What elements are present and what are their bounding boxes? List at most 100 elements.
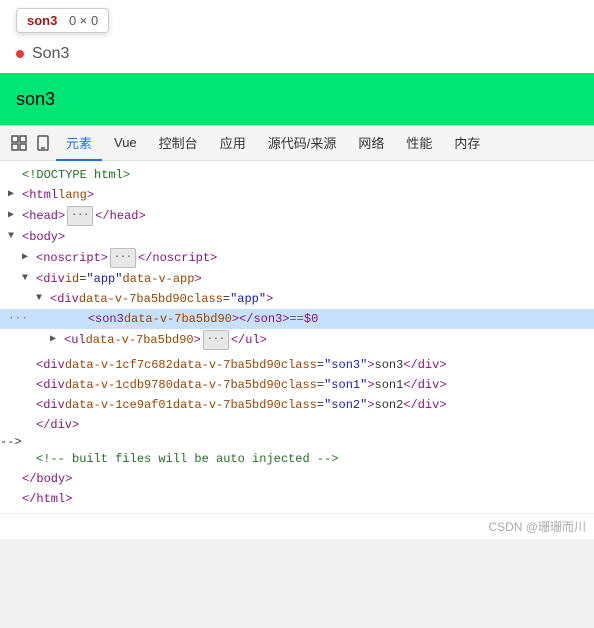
arrow-ul[interactable] <box>50 331 64 349</box>
code-line-head: <head> ··· </head> <box>0 205 594 227</box>
noscript-ellipsis[interactable]: ··· <box>110 248 136 268</box>
app-id-attr: id="app" <box>65 270 123 288</box>
noscript-tag: <noscript> <box>36 249 108 267</box>
bottom-bar: CSDN @珊珊而川 <box>0 513 594 539</box>
app-inner-tag-end: > <box>266 290 273 308</box>
app-vapp-attr: data-v-app <box>122 270 194 288</box>
banner-text: son3 <box>16 89 55 110</box>
tab-console[interactable]: 控制台 <box>149 125 208 161</box>
arrow-app[interactable] <box>22 270 36 288</box>
comment-text: <!-- built files will be auto injected -… <box>36 450 338 468</box>
code-line-html: <html lang > <box>0 185 594 205</box>
html-tag: <html <box>22 186 58 204</box>
bullet-text: Son3 <box>32 45 69 63</box>
green-banner: son3 <box>0 73 594 125</box>
code-line-html-close: ▶ </html> <box>0 489 594 509</box>
son3-close-tag: ></son3> <box>232 310 290 328</box>
son1-div-content: son1 <box>375 376 404 394</box>
tab-performance[interactable]: 性能 <box>396 125 442 161</box>
son2-div-tag-end: > <box>367 396 374 414</box>
close-div1-tag: </div> <box>36 416 79 434</box>
son2-div-v1-attr: data-v-1ce9af01 <box>65 396 173 414</box>
son1-div-tag: <div <box>36 376 65 394</box>
son2-div-v2-attr: data-v-7ba5bd90 <box>173 396 281 414</box>
son3-div-tag: <div <box>36 356 65 374</box>
head-ellipsis[interactable]: ··· <box>67 206 93 226</box>
son3-div-tag-end: > <box>367 356 374 374</box>
son1-div-class-attr: class="son1" <box>281 376 367 394</box>
head-close: </head> <box>95 207 145 225</box>
code-line-app-inner: <div data-v-7ba5bd90 class="app" > <box>0 289 594 309</box>
app-tag: <div <box>36 270 65 288</box>
tab-memory[interactable]: 内存 <box>444 125 490 161</box>
html-attr: lang <box>58 186 87 204</box>
html-close-tag: </html> <box>22 490 72 508</box>
arrow-noscript[interactable] <box>22 249 36 267</box>
arrow-head[interactable] <box>8 207 22 225</box>
body-tag: <body> <box>22 228 65 246</box>
csdn-watermark: CSDN @珊珊而川 <box>488 518 586 535</box>
son3-div-v2-attr: data-v-7ba5bd90 <box>173 356 281 374</box>
son3-div-v1-attr: data-v-1cf7c682 <box>65 356 173 374</box>
son2-div-class-attr: class="son2" <box>281 396 367 414</box>
mobile-icon[interactable] <box>32 132 54 154</box>
tab-application[interactable]: 应用 <box>210 125 256 161</box>
code-line-app: <div id="app" data-v-app > <box>0 269 594 289</box>
son2-div-close: </div> <box>403 396 446 414</box>
app-tag-end: > <box>194 270 201 288</box>
son3-div-class-attr: class="son3" <box>281 356 367 374</box>
ul-tag-end: > <box>194 331 201 349</box>
son2-div-tag: <div <box>36 396 65 414</box>
html-tag-close: > <box>87 186 94 204</box>
code-line-body-close: ▶ </body> <box>0 469 594 489</box>
son1-div-tag-end: > <box>367 376 374 394</box>
code-line-close-div1: ▶ </div> <box>0 415 594 435</box>
ul-tag: <ul <box>64 331 86 349</box>
bullet-item: Son3 <box>12 39 582 73</box>
code-line-ul: <ul data-v-7ba5bd90 > ··· </ul> <box>0 329 594 351</box>
code-line-son1-div: ▶ <div data-v-1cdb9780 data-v-7ba5bd90 c… <box>0 375 594 395</box>
tab-elements[interactable]: 元素 <box>56 125 102 161</box>
doctype-text: <!DOCTYPE html> <box>22 166 130 184</box>
app-inner-tag: <div <box>50 290 79 308</box>
son3-equals: == <box>289 310 303 328</box>
code-line-son3[interactable]: ··· ▶ <son3 data-v-7ba5bd90 ></son3> == … <box>0 309 594 329</box>
app-inner-class-attr: class="app" <box>187 290 266 308</box>
code-line-noscript: <noscript> ··· </noscript> <box>0 247 594 269</box>
son1-div-v2-attr: data-v-7ba5bd90 <box>173 376 281 394</box>
arrow-app-inner[interactable] <box>36 290 50 308</box>
code-line-son3-div: ▶ <div data-v-1cf7c682 data-v-7ba5bd90 c… <box>0 355 594 375</box>
code-line-comment: ▶ <!-- built files will be auto injected… <box>0 449 594 469</box>
tab-sources[interactable]: 源代码/来源 <box>258 125 347 161</box>
head-tag: <head> <box>22 207 65 225</box>
son3-v-attr: data-v-7ba5bd90 <box>124 310 232 328</box>
bullet-dot <box>16 50 24 58</box>
tab-network[interactable]: 网络 <box>348 125 394 161</box>
son1-div-close: </div> <box>403 376 446 394</box>
tooltip-coords: 0 × 0 <box>69 13 98 28</box>
tooltip-name: son3 <box>27 13 57 28</box>
code-line-son2-div: ▶ <div data-v-1ce9af01 data-v-7ba5bd90 c… <box>0 395 594 415</box>
son2-div-content: son2 <box>375 396 404 414</box>
arrow-html[interactable] <box>8 186 22 204</box>
son3-div-content: son3 <box>375 356 404 374</box>
ul-close: </ul> <box>231 331 267 349</box>
code-line-doctype: ▶ <!DOCTYPE html> <box>0 165 594 185</box>
tooltip-box: son3 0 × 0 <box>16 8 109 33</box>
noscript-close: </noscript> <box>138 249 217 267</box>
app-inner-v-attr: data-v-7ba5bd90 <box>79 290 187 308</box>
ul-ellipsis[interactable]: ··· <box>203 330 229 350</box>
devtools-toolbar: 元素 Vue 控制台 应用 源代码/来源 网络 性能 内存 <box>0 125 594 161</box>
dots-icon: ··· <box>8 310 28 328</box>
son3-open-tag: <son3 <box>88 310 124 328</box>
arrow-body[interactable] <box>8 228 22 246</box>
code-line-body: <body> <box>0 227 594 247</box>
tab-vue[interactable]: Vue <box>104 125 147 161</box>
devtools-panel: ▶ <!DOCTYPE html> <html lang > <head> ··… <box>0 161 594 513</box>
body-close-tag: </body> <box>22 470 72 488</box>
ul-v-attr: data-v-7ba5bd90 <box>86 331 194 349</box>
injected-word: injected <box>252 452 310 466</box>
inspector-icon[interactable] <box>8 132 30 154</box>
son1-div-v1-attr: data-v-1cdb9780 <box>65 376 173 394</box>
son3-div-close: </div> <box>403 356 446 374</box>
